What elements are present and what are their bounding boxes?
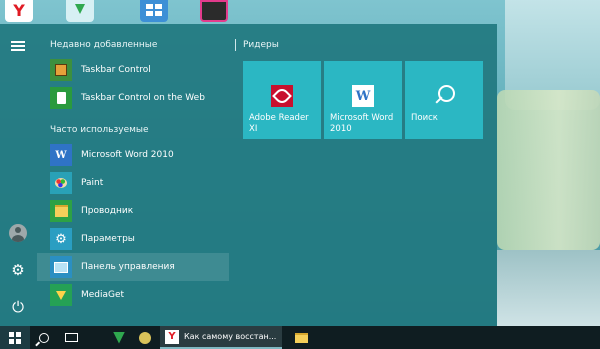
taskbar-control-icon [50, 59, 72, 81]
tile-label: Microsoft Word 2010 [330, 113, 394, 134]
taskbar-browser-window[interactable]: Y Как самому восстан... [160, 326, 282, 349]
taskbar-explorer[interactable] [290, 326, 312, 349]
list-item-label: MediaGet [81, 290, 125, 300]
tile-adobe-reader[interactable]: Adobe Reader XI [243, 61, 321, 139]
taskbar-app[interactable] [134, 326, 156, 349]
list-item-explorer[interactable]: Проводник [37, 197, 229, 225]
taskbar-search-button[interactable] [33, 326, 55, 349]
gear-icon: ⚙ [50, 228, 72, 250]
start-menu-rail: ⚙ ⏻ [0, 24, 37, 326]
control-panel-icon [50, 256, 72, 278]
folder-icon [294, 332, 308, 343]
tile-group-divider [235, 39, 236, 51]
list-item-label: Панель управления [81, 262, 175, 272]
tile-search[interactable]: Поиск [405, 61, 483, 139]
windows-logo-icon [9, 331, 21, 344]
app-icon [139, 331, 151, 344]
frequent-header: Часто используемые [50, 125, 149, 135]
tile-group-title[interactable]: Ридеры [243, 40, 279, 50]
download-icon [113, 331, 125, 344]
tile-word[interactable]: Microsoft Word 2010 [324, 61, 402, 139]
list-item-label: Параметры [81, 234, 135, 244]
list-item-mediaget[interactable]: MediaGet [37, 281, 229, 309]
list-item-settings[interactable]: ⚙ Параметры [37, 225, 229, 253]
list-item-control-panel[interactable]: Панель управления [37, 253, 229, 281]
list-item-paint[interactable]: Paint [37, 169, 229, 197]
list-item-taskbar-control-web[interactable]: Taskbar Control on the Web [37, 84, 229, 112]
media-app-icon[interactable] [200, 0, 228, 22]
list-item-label: Microsoft Word 2010 [81, 150, 174, 160]
recent-header: Недавно добавленные [50, 40, 158, 50]
taskbar-app-download[interactable] [108, 326, 130, 349]
adobe-reader-icon [271, 85, 293, 107]
word-icon [50, 144, 72, 166]
folder-icon [50, 200, 72, 222]
mediaget-icon [50, 284, 72, 306]
desktop-wallpaper-cup [497, 90, 600, 250]
list-item-label: Taskbar Control on the Web [81, 93, 205, 103]
tile-label: Поиск [411, 113, 438, 123]
list-item-word[interactable]: Microsoft Word 2010 [37, 141, 229, 169]
taskbar-window-title: Как самому восстан... [184, 332, 277, 341]
power-icon[interactable]: ⏻ [6, 295, 30, 319]
windows-store-icon[interactable] [140, 0, 168, 22]
list-item-label: Paint [81, 178, 104, 188]
yandex-browser-icon: Y [165, 329, 179, 344]
download-icon[interactable] [66, 0, 94, 22]
user-icon[interactable] [6, 221, 30, 245]
web-page-icon [50, 87, 72, 109]
avatar [9, 224, 27, 242]
list-item-label: Taskbar Control [81, 65, 151, 75]
yandex-browser-icon[interactable]: Y [5, 0, 33, 22]
paint-icon [50, 172, 72, 194]
taskbar: Y Как самому восстан... [0, 326, 600, 349]
tile-label: Adobe Reader XI [249, 113, 309, 134]
gear-icon[interactable]: ⚙ [6, 258, 30, 282]
start-menu: ⚙ ⏻ Недавно добавленные Taskbar Control … [0, 24, 497, 326]
word-icon [352, 85, 374, 107]
menu-icon[interactable] [6, 34, 30, 58]
search-icon [433, 85, 455, 107]
start-button[interactable] [0, 326, 30, 349]
task-view-button[interactable] [60, 326, 82, 349]
search-icon [39, 332, 49, 343]
list-item-label: Проводник [81, 206, 134, 216]
desktop-wallpaper-table [497, 250, 600, 330]
task-view-icon [64, 333, 78, 342]
list-item-taskbar-control[interactable]: Taskbar Control [37, 56, 229, 84]
